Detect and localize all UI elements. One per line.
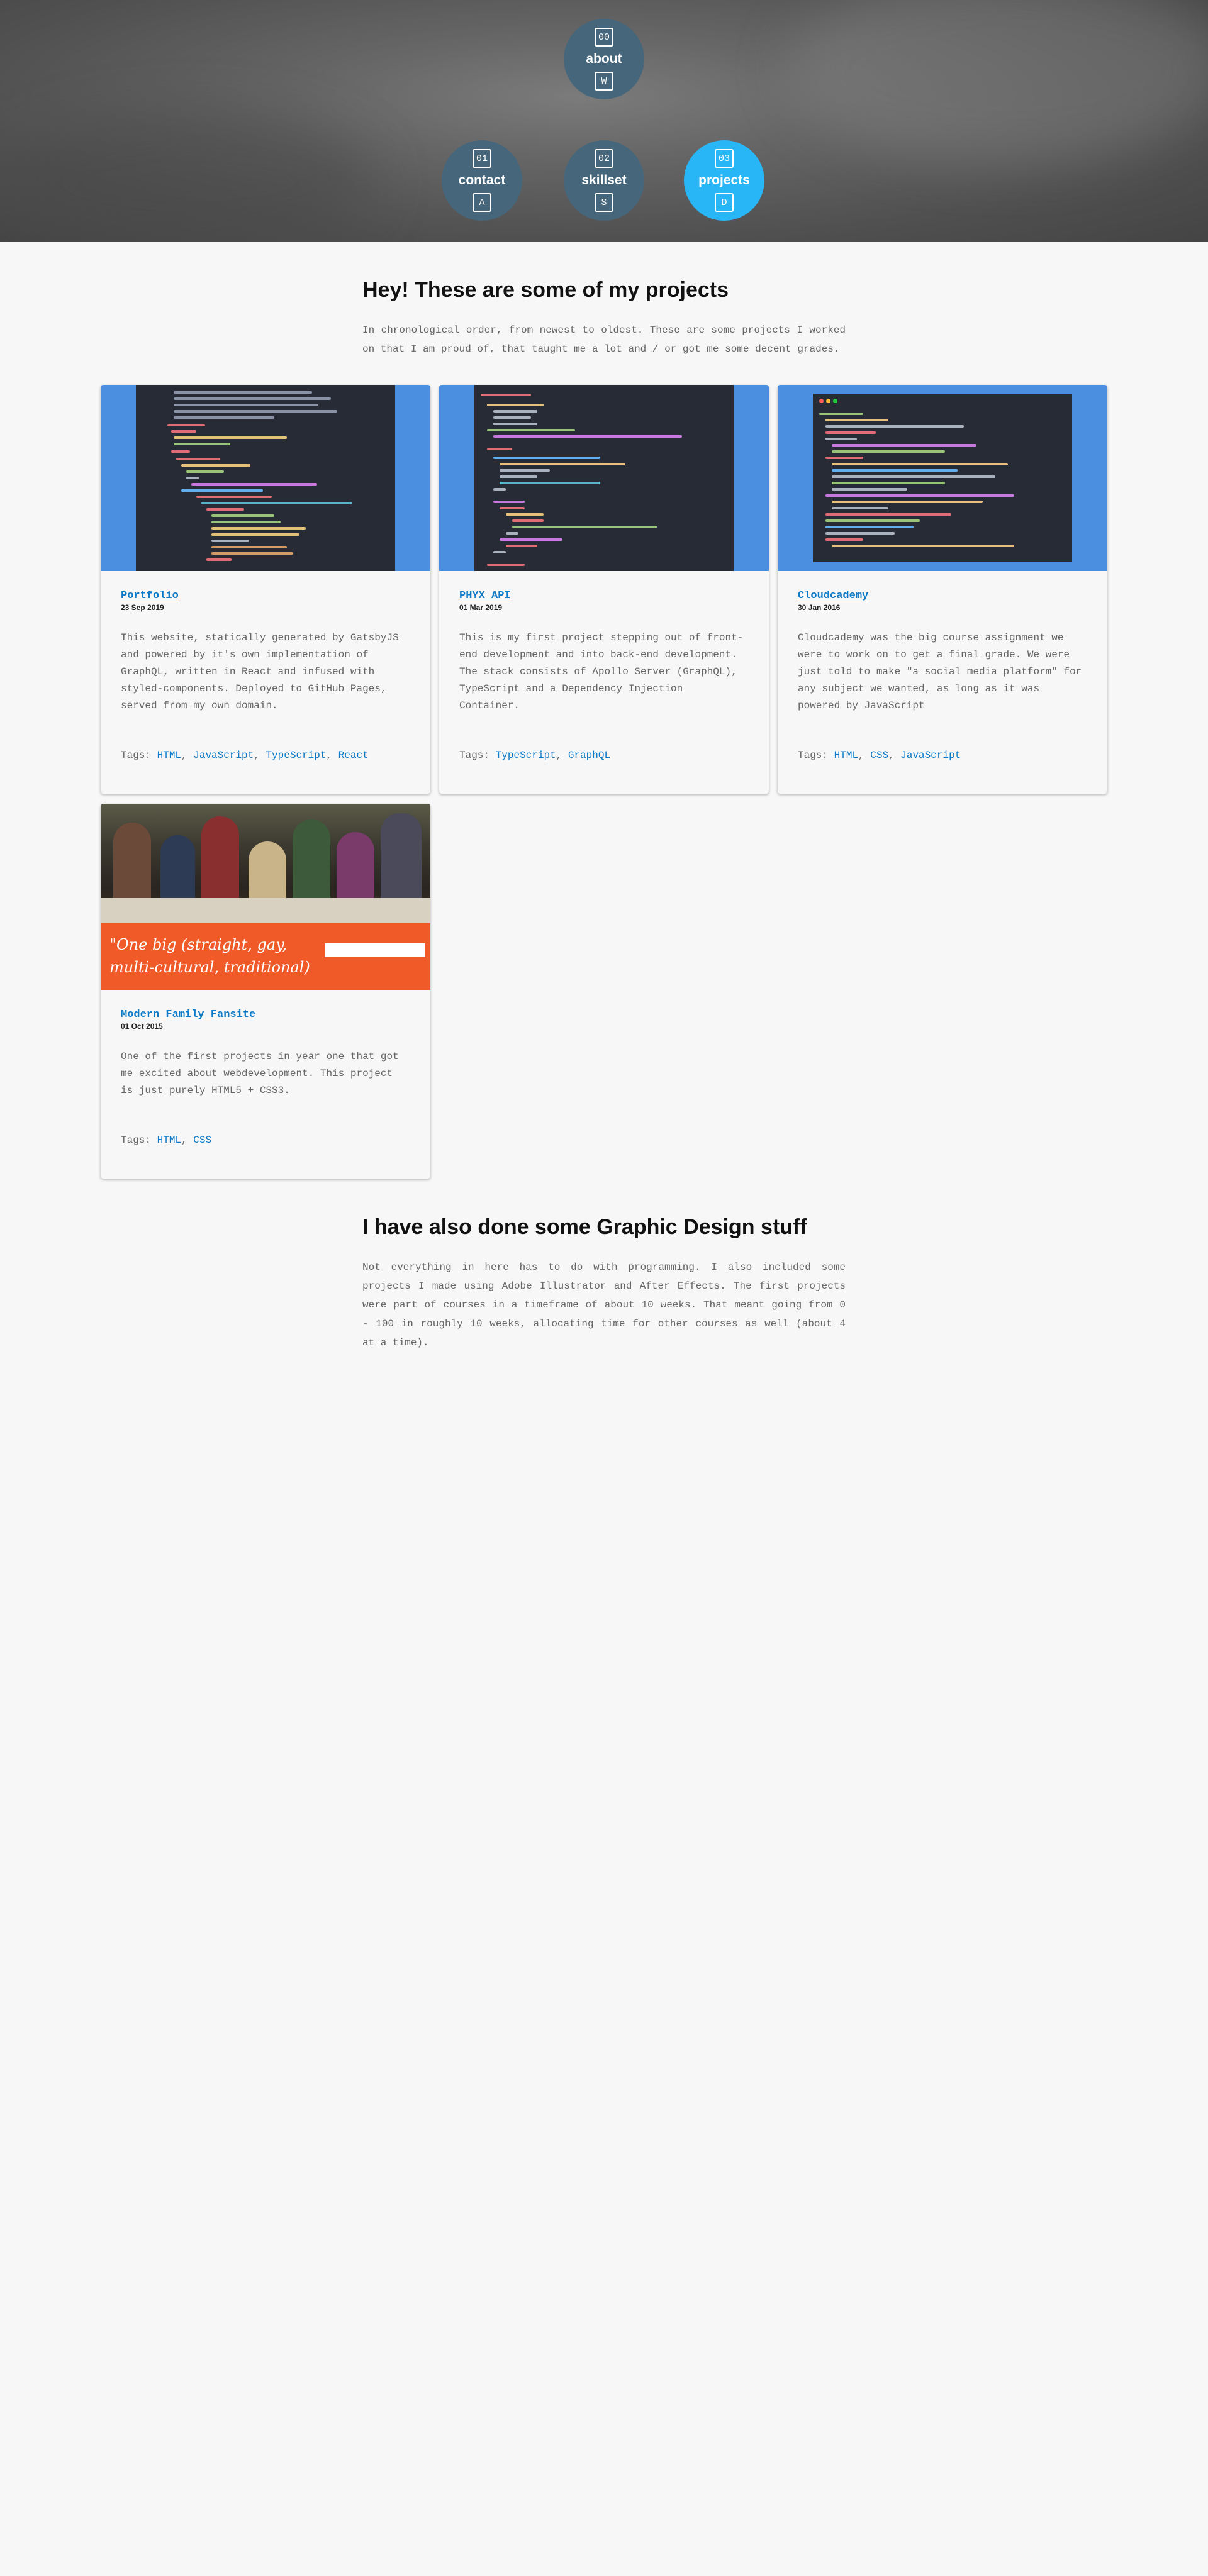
tag-link-typescript[interactable]: TypeScript [266,750,326,761]
project-title-link[interactable]: Modern Family Fansite [121,1009,255,1021]
project-tags: Tags: TypeScript, GraphQL [459,750,611,761]
thumbnail-form-field [325,943,425,957]
project-date: 01 Mar 2019 [459,603,503,612]
nav-projects-button[interactable]: 03 projects D [684,140,764,221]
tags-label: Tags: [798,750,829,761]
project-card-modern-family: "One big (straight, gay, multi-cultural,… [101,804,430,1179]
nav-contact-index: 01 [473,149,491,168]
hero-header: 00 about W 01 contact A 02 skillset S 03… [0,0,1208,242]
nav-about-button[interactable]: 00 about W [564,19,644,99]
nav-about-label: about [586,52,622,66]
projects-section-title: Hey! These are some of my projects [362,278,729,302]
projects-section-intro: In chronological order, from newest to o… [362,325,846,355]
project-title-link[interactable]: Portfolio [121,590,179,602]
tags-label: Tags: [121,750,152,761]
nav-projects-index: 03 [715,149,734,168]
graphic-section-intro: Not everything in here has to do with pr… [362,1262,846,1348]
graphic-section-title: I have also done some Graphic Design stu… [362,1215,807,1239]
tag-link-html[interactable]: HTML [834,750,858,761]
tag-link-typescript[interactable]: TypeScript [496,750,556,761]
project-thumbnail-cloudcademy[interactable] [778,385,1107,571]
project-description: Cloudcademy was the big course assignmen… [798,632,1082,711]
tag-link-javascript[interactable]: JavaScript [900,750,961,761]
nav-about-shortcut: W [595,72,613,91]
project-date: 23 Sep 2019 [121,603,164,612]
project-card-phyx-api: PHYX API 01 Mar 2019 This is my first pr… [439,385,769,794]
project-tags: Tags: HTML, CSS, JavaScript [798,750,961,761]
project-tags: Tags: HTML, JavaScript, TypeScript, Reac… [121,750,369,761]
nav-about-index: 00 [595,28,613,47]
nav-projects-shortcut: D [715,193,734,212]
nav-skillset-index: 02 [595,149,613,168]
project-thumbnail-phyx-api[interactable] [439,385,769,571]
nav-contact-button[interactable]: 01 contact A [442,140,522,221]
nav-contact-shortcut: A [473,193,491,212]
nav-skillset-label: skillset [581,173,627,187]
project-description: This website, statically generated by Ga… [121,632,399,711]
project-card-cloudcademy: Cloudcademy 30 Jan 2016 Cloudcademy was … [778,385,1107,794]
tag-link-react[interactable]: React [338,750,369,761]
tag-link-javascript[interactable]: JavaScript [193,750,254,761]
tag-link-graphql[interactable]: GraphQL [568,750,610,761]
tag-link-css[interactable]: CSS [870,750,888,761]
project-date: 30 Jan 2016 [798,603,841,612]
tags-label: Tags: [121,1135,152,1146]
code-editor-image [813,394,1072,562]
code-editor-image [474,385,734,571]
tag-link-css[interactable]: CSS [193,1135,211,1146]
thumbnail-quote: "One big (straight, gay, multi-cultural,… [109,936,310,976]
project-card-portfolio: Portfolio 23 Sep 2019 This website, stat… [101,385,430,794]
family-photo-image [101,804,430,923]
code-editor-image [136,385,395,571]
tag-link-html[interactable]: HTML [157,1135,181,1146]
project-tags: Tags: HTML, CSS [121,1135,212,1146]
project-title-link[interactable]: PHYX API [459,590,511,602]
nav-contact-label: contact [458,173,506,187]
header-bg-blur [786,0,1208,164]
nav-projects-label: projects [698,173,750,187]
project-description: This is my first project stepping out of… [459,632,744,711]
project-date: 01 Oct 2015 [121,1022,163,1031]
header-bg-blur [0,113,378,242]
tag-link-html[interactable]: HTML [157,750,181,761]
project-thumbnail-portfolio[interactable] [101,385,430,571]
nav-skillset-shortcut: S [595,193,613,212]
project-description: One of the first projects in year one th… [121,1051,399,1096]
nav-skillset-button[interactable]: 02 skillset S [564,140,644,221]
project-title-link[interactable]: Cloudcademy [798,590,868,602]
project-thumbnail-modern-family[interactable]: "One big (straight, gay, multi-cultural,… [101,804,430,990]
tags-label: Tags: [459,750,490,761]
